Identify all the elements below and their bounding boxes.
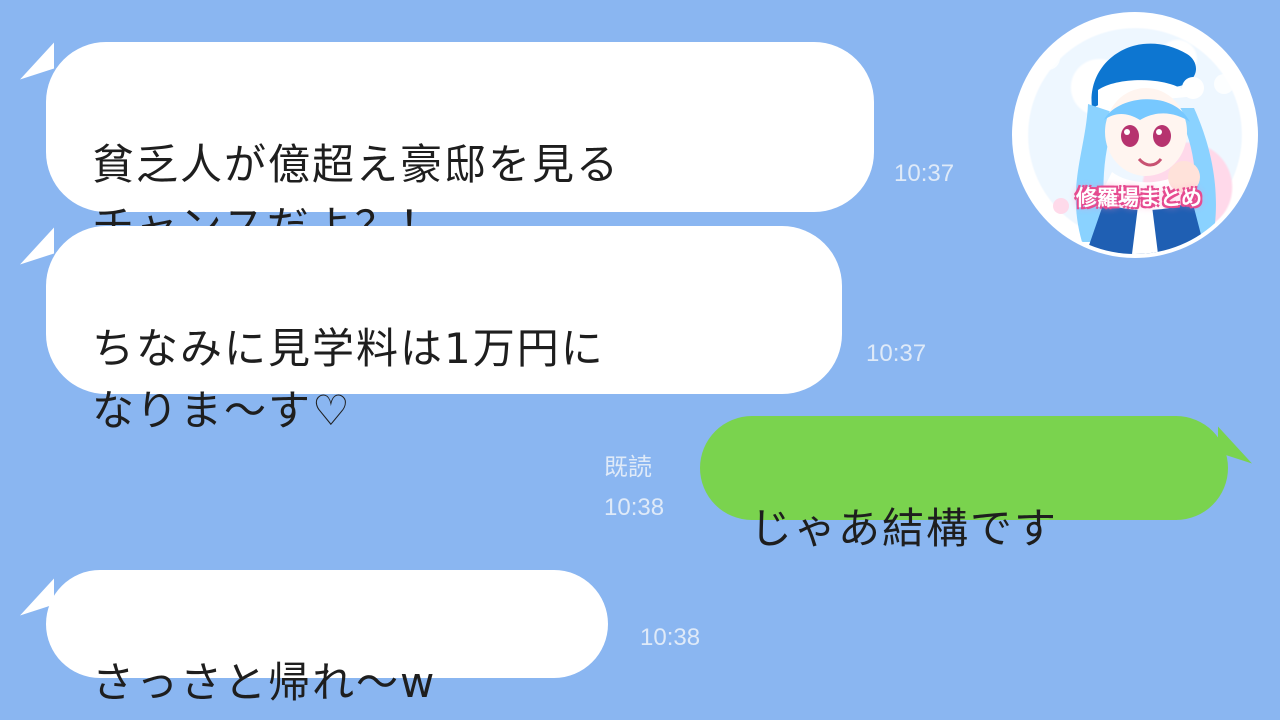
outgoing-message-bubble[interactable]: じゃあ結構です bbox=[700, 416, 1228, 553]
incoming-message-bubble[interactable]: さっさと帰れ〜w bbox=[46, 570, 608, 707]
avatar[interactable]: 修羅場まとめ bbox=[1012, 12, 1258, 258]
incoming-message-bubble[interactable]: ちなみに見学料は1万円に なりま〜す♡ bbox=[46, 226, 842, 435]
chat-screen: 貧乏人が億超え豪邸を見る チャンスだよ？！ 10:37 ちなみに見学料は1万円に… bbox=[0, 0, 1280, 720]
message-timestamp: 10:37 bbox=[866, 340, 927, 367]
incoming-message-text: ちなみに見学料は1万円に なりま〜す♡ bbox=[92, 324, 605, 435]
incoming-bubble-tail bbox=[20, 227, 54, 265]
outgoing-message-text: じゃあ結構です bbox=[750, 504, 1059, 553]
incoming-message-bubble[interactable]: 貧乏人が億超え豪邸を見る チャンスだよ？！ bbox=[46, 42, 874, 251]
read-receipt: 既読 bbox=[604, 454, 652, 481]
incoming-message-text: さっさと帰れ〜w bbox=[92, 658, 437, 707]
avatar-label: 修羅場まとめ bbox=[1076, 186, 1202, 210]
message-timestamp: 10:38 bbox=[604, 494, 665, 521]
message-timestamp: 10:37 bbox=[894, 160, 955, 187]
anime-girl-icon bbox=[1036, 43, 1234, 254]
message-timestamp: 10:38 bbox=[640, 624, 701, 651]
incoming-bubble-tail bbox=[20, 42, 54, 80]
